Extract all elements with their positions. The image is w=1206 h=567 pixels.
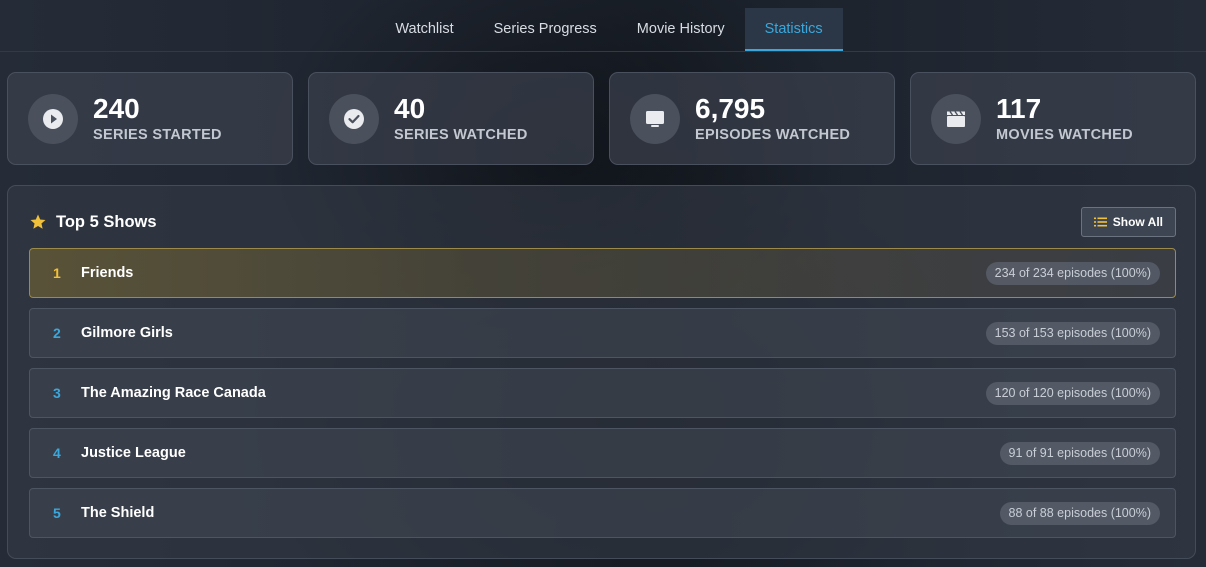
check-circle-icon — [329, 93, 379, 144]
play-circle-icon — [28, 93, 78, 144]
tab-movie-history[interactable]: Movie History — [617, 8, 745, 51]
panel-header: Top 5 Shows Show All — [29, 207, 1176, 237]
show-name: Friends — [81, 265, 134, 281]
stat-value: 6,795 — [695, 93, 766, 124]
panel-title: Top 5 Shows — [56, 212, 157, 231]
stat-value: 40 — [394, 93, 426, 124]
list-item[interactable]: 5 The Shield 88 of 88 episodes (100%) — [29, 488, 1176, 538]
show-rank: 4 — [53, 445, 61, 461]
episodes-badge: 234 of 234 episodes (100%) — [985, 261, 1160, 285]
stat-value: 240 — [93, 93, 140, 124]
stat-label: MOVIES WATCHED — [996, 127, 1133, 143]
show-rank: 3 — [53, 385, 61, 401]
tv-icon — [630, 93, 680, 144]
nav-tabs: Watchlist Series Progress Movie History … — [375, 8, 843, 51]
stat-card-episodes-watched: 6,795 EPISODES WATCHED — [609, 72, 895, 165]
show-name: Gilmore Girls — [81, 325, 173, 341]
stat-card-movies-watched: 117 MOVIES WATCHED — [910, 72, 1196, 165]
film-icon — [931, 93, 981, 144]
show-rank: 2 — [53, 325, 61, 341]
tab-statistics[interactable]: Statistics — [744, 8, 843, 51]
episodes-badge: 120 of 120 episodes (100%) — [985, 381, 1160, 405]
show-name: The Amazing Race Canada — [81, 385, 266, 401]
stat-label: SERIES WATCHED — [394, 127, 528, 143]
stat-label: SERIES STARTED — [93, 127, 222, 143]
tab-series-progress[interactable]: Series Progress — [474, 8, 617, 51]
top-navbar: Watchlist Series Progress Movie History … — [0, 0, 1206, 52]
stat-card-series-watched: 40 SERIES WATCHED — [308, 72, 594, 165]
show-name: The Shield — [81, 505, 155, 521]
stat-card-series-started: 240 SERIES STARTED — [7, 72, 293, 165]
list-icon — [1093, 217, 1107, 227]
episodes-badge: 91 of 91 episodes (100%) — [999, 441, 1160, 465]
show-all-label: Show All — [1112, 215, 1163, 229]
stat-label: EPISODES WATCHED — [695, 127, 851, 143]
show-name: Justice League — [81, 445, 186, 461]
episodes-badge: 153 of 153 episodes (100%) — [985, 321, 1160, 345]
stat-value: 117 — [996, 93, 1042, 124]
tab-watchlist[interactable]: Watchlist — [375, 8, 473, 51]
list-item[interactable]: 3 The Amazing Race Canada 120 of 120 epi… — [29, 368, 1176, 418]
list-item[interactable]: 4 Justice League 91 of 91 episodes (100%… — [29, 428, 1176, 478]
star-icon — [30, 214, 46, 229]
show-rank: 5 — [53, 505, 61, 521]
top-shows-panel: Top 5 Shows Show All 1 Friends 234 of 23… — [7, 185, 1196, 559]
list-item[interactable]: 2 Gilmore Girls 153 of 153 episodes (100… — [29, 308, 1176, 358]
top-shows-list: 1 Friends 234 of 234 episodes (100%) 2 G… — [29, 248, 1176, 548]
show-rank: 1 — [53, 265, 61, 281]
list-item[interactable]: 1 Friends 234 of 234 episodes (100%) — [29, 248, 1176, 298]
episodes-badge: 88 of 88 episodes (100%) — [999, 501, 1160, 525]
show-all-button[interactable]: Show All — [1080, 207, 1176, 237]
stats-row: 240 SERIES STARTED 40 SERIES WATCHED 6,7… — [7, 72, 1196, 165]
